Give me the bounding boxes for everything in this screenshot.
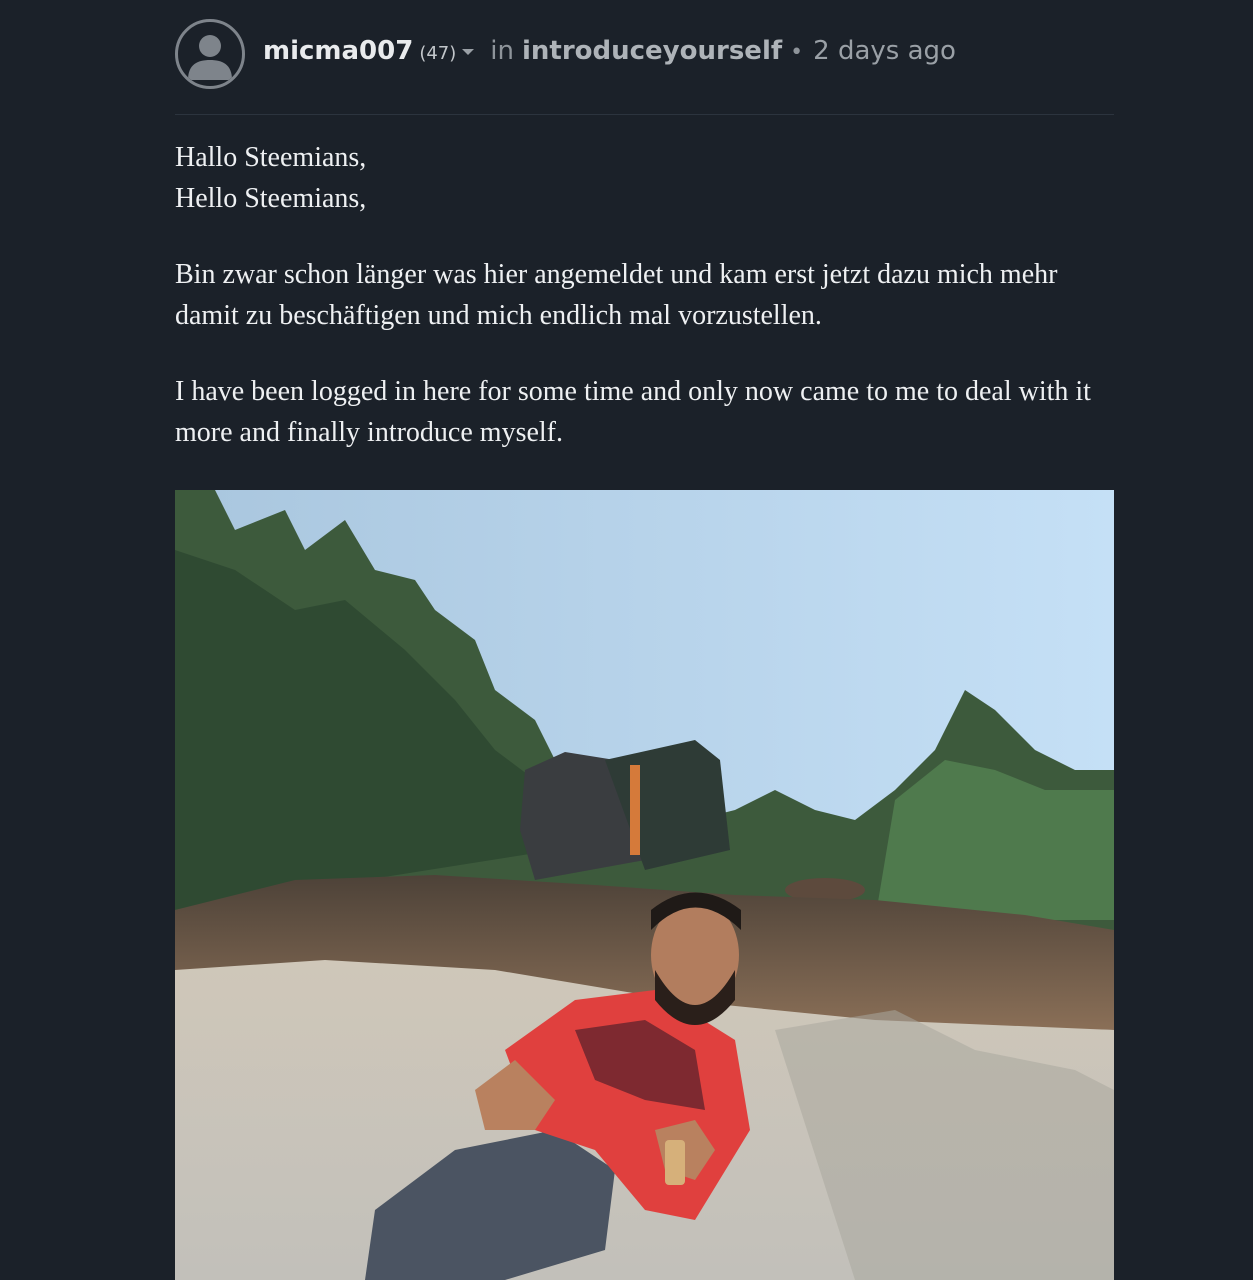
default-user-avatar-icon: [188, 35, 232, 80]
post: micma007 (47) in introduceyourself • 2 d…: [175, 0, 1114, 1280]
community-link[interactable]: introduceyourself: [522, 36, 782, 66]
post-header: micma007 (47) in introduceyourself • 2 d…: [175, 0, 1114, 115]
greeting-paragraph: Hallo Steemians, Hello Steemians,: [175, 137, 1114, 219]
in-label: in: [490, 36, 514, 66]
paragraph-de: Bin zwar schon länger was hier angemelde…: [175, 259, 1058, 331]
author-link[interactable]: micma007: [263, 36, 413, 66]
author-reputation: (47): [419, 43, 457, 64]
paragraph-en: I have been logged in here for some time…: [175, 376, 1091, 448]
meta-separator: •: [790, 40, 804, 65]
greeting-en: Hello Steemians,: [175, 183, 367, 214]
post-photo[interactable]: [175, 490, 1114, 1280]
caret-down-icon[interactable]: [462, 49, 475, 55]
post-meta: micma007 (47) in introduceyourself • 2 d…: [263, 36, 956, 72]
greeting-de: Hallo Steemians,: [175, 142, 367, 173]
avatar[interactable]: [175, 19, 245, 89]
post-timestamp[interactable]: 2 days ago: [813, 36, 956, 66]
photo-man-on-sand-dune: [175, 490, 1114, 1280]
